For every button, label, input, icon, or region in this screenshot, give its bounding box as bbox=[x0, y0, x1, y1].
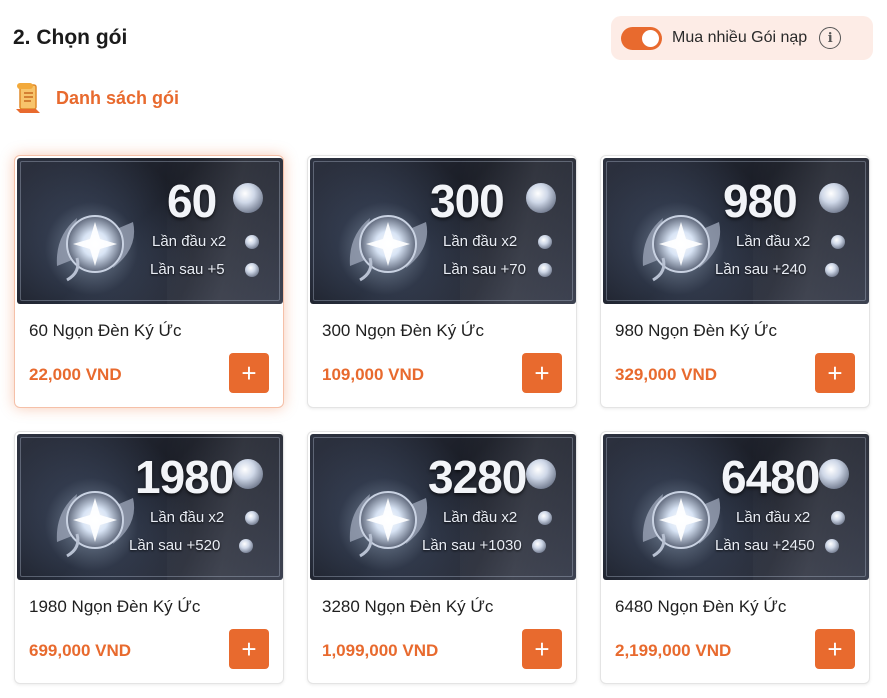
add-package-button[interactable]: + bbox=[815, 353, 855, 393]
package-card-980[interactable]: 980 Lần đầu x2 Lần sau +240 980 Ngọn Đèn… bbox=[600, 155, 870, 408]
first-bonus-label: Lần đầu x2 bbox=[152, 233, 227, 250]
toggle-switch[interactable] bbox=[621, 26, 662, 50]
add-package-button[interactable]: + bbox=[229, 353, 269, 393]
package-name: 980 Ngọn Đèn Ký Ức bbox=[615, 321, 777, 340]
package-name: 60 Ngọn Đèn Ký Ức bbox=[29, 321, 182, 340]
later-bonus-label: Lần sau +240 bbox=[715, 261, 807, 278]
gem-small-icon bbox=[532, 539, 546, 553]
package-price: 109,000 VND bbox=[322, 365, 425, 384]
package-price: 1,099,000 VND bbox=[322, 641, 439, 660]
package-quantity: 1980 bbox=[135, 451, 234, 503]
later-bonus-label: Lần sau +520 bbox=[129, 537, 221, 554]
gem-small-icon bbox=[538, 235, 552, 249]
section-label: Danh sách gói bbox=[56, 87, 180, 108]
toggle-knob bbox=[642, 29, 659, 47]
gem-small-icon bbox=[245, 511, 259, 525]
gem-small-icon bbox=[831, 511, 845, 525]
first-bonus-label: Lần đầu x2 bbox=[736, 509, 811, 526]
later-bonus-label: Lần sau +2450 bbox=[715, 537, 815, 554]
package-banner: 1980 Lần đầu x2 Lần sau +520 bbox=[17, 434, 283, 580]
gem-small-icon bbox=[825, 539, 839, 553]
first-bonus-label: Lần đầu x2 bbox=[443, 233, 518, 250]
package-list-icon bbox=[14, 82, 42, 114]
later-bonus-label: Lần sau +5 bbox=[150, 261, 225, 278]
package-list-header: Danh sách gói bbox=[14, 82, 179, 114]
lamp-emblem-icon bbox=[56, 215, 135, 282]
gem-icon bbox=[526, 459, 556, 489]
package-banner: 6480 Lần đầu x2 Lần sau +2450 bbox=[603, 434, 869, 580]
first-bonus-label: Lần đầu x2 bbox=[736, 233, 811, 250]
package-name: 6480 Ngọn Đèn Ký Ức bbox=[615, 597, 787, 616]
first-bonus-label: Lần đầu x2 bbox=[443, 509, 518, 526]
header: 2. Chọn gói Mua nhiều Gói nạp i bbox=[0, 0, 887, 80]
package-name: 300 Ngọn Đèn Ký Ức bbox=[322, 321, 484, 340]
later-bonus-label: Lần sau +1030 bbox=[422, 537, 522, 554]
later-bonus-label: Lần sau +70 bbox=[443, 261, 526, 278]
package-quantity: 300 bbox=[430, 175, 505, 227]
gem-small-icon bbox=[825, 263, 839, 277]
package-quantity: 980 bbox=[723, 175, 798, 227]
package-quantity: 60 bbox=[167, 175, 217, 227]
add-package-button[interactable]: + bbox=[229, 629, 269, 669]
lamp-emblem-icon bbox=[349, 215, 428, 282]
package-price: 2,199,000 VND bbox=[615, 641, 732, 660]
gem-icon bbox=[233, 183, 263, 213]
gem-icon bbox=[819, 183, 849, 213]
gem-small-icon bbox=[245, 263, 259, 277]
package-quantity: 3280 bbox=[428, 451, 527, 503]
gem-small-icon bbox=[239, 539, 253, 553]
package-banner: 300 Lần đầu x2 Lần sau +70 bbox=[310, 158, 576, 304]
package-name: 3280 Ngọn Đèn Ký Ức bbox=[322, 597, 494, 616]
package-card-300[interactable]: 300 Lần đầu x2 Lần sau +70 300 Ngọn Đèn … bbox=[307, 155, 577, 408]
add-package-button[interactable]: + bbox=[522, 353, 562, 393]
package-price: 329,000 VND bbox=[615, 365, 718, 384]
add-package-button[interactable]: + bbox=[815, 629, 855, 669]
package-banner: 3280 Lần đầu x2 Lần sau +1030 bbox=[310, 434, 576, 580]
gem-icon bbox=[233, 459, 263, 489]
package-card-60[interactable]: 60 Lần đầu x2 Lần sau +5 60 Ngọn Đèn Ký … bbox=[14, 155, 284, 408]
package-banner: 60 Lần đầu x2 Lần sau +5 bbox=[17, 158, 283, 304]
package-card-1980[interactable]: 1980 Lần đầu x2 Lần sau +520 1980 Ngọn Đ… bbox=[14, 431, 284, 684]
package-price: 699,000 VND bbox=[29, 641, 132, 660]
package-quantity: 6480 bbox=[721, 451, 820, 503]
buy-multiple-toggle[interactable]: Mua nhiều Gói nạp i bbox=[611, 16, 873, 60]
gem-small-icon bbox=[245, 235, 259, 249]
package-card-6480[interactable]: 6480 Lần đầu x2 Lần sau +2450 6480 Ngọn … bbox=[600, 431, 870, 684]
package-name: 1980 Ngọn Đèn Ký Ức bbox=[29, 597, 201, 616]
toggle-label: Mua nhiều Gói nạp bbox=[672, 29, 808, 46]
first-bonus-label: Lần đầu x2 bbox=[150, 509, 225, 526]
page-title: 2. Chọn gói bbox=[13, 26, 128, 49]
package-banner: 980 Lần đầu x2 Lần sau +240 bbox=[603, 158, 869, 304]
package-price: 22,000 VND bbox=[29, 365, 122, 384]
gem-icon bbox=[819, 459, 849, 489]
gem-icon bbox=[526, 183, 556, 213]
gem-small-icon bbox=[538, 263, 552, 277]
package-card-3280[interactable]: 3280 Lần đầu x2 Lần sau +1030 3280 Ngọn … bbox=[307, 431, 577, 684]
add-package-button[interactable]: + bbox=[522, 629, 562, 669]
info-icon[interactable]: i bbox=[819, 27, 842, 49]
gem-small-icon bbox=[538, 511, 552, 525]
gem-small-icon bbox=[831, 235, 845, 249]
